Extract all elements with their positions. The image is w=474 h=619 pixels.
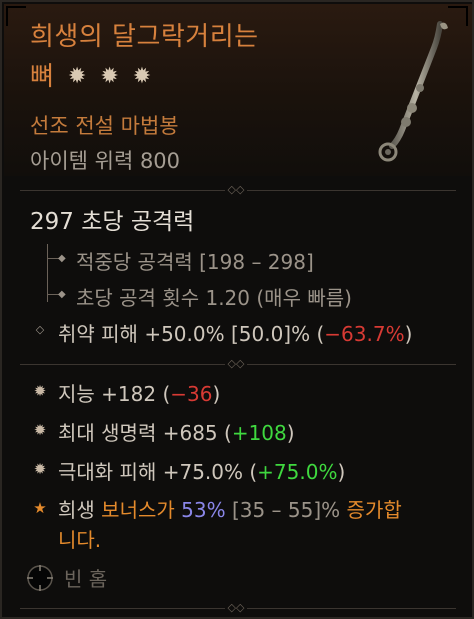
section-divider: ◇◇ — [20, 184, 456, 196]
item-power: 아이템 위력 800 — [30, 149, 181, 173]
socket-label: 빈 홈 — [64, 567, 108, 591]
tree-arrow-icon: ◆ — [58, 253, 66, 264]
empty-socket-icon — [27, 565, 53, 591]
attack-speed: 초당 공격 횟수 1.20 (매우 빠름) — [76, 286, 352, 310]
diamond-star-icon: ✹ — [33, 382, 47, 400]
item-name-suffix: 뼈 — [30, 62, 54, 92]
damage-per-hit: 적중당 공격력 [198 – 298] — [76, 250, 314, 274]
item-tooltip: 희생의 달그락거리는 뼈 ✹ ✹ ✹ 선조 전설 마법봉 아이템 위력 800 … — [0, 0, 474, 619]
item-type: 선조 전설 마법봉 — [30, 114, 179, 138]
item-name-line2: 뼈 ✹ ✹ ✹ — [30, 60, 151, 94]
diamond-star-icon: ✹ — [33, 421, 47, 439]
diamond-star-icon: ✹ — [33, 460, 47, 478]
affix-crit-damage: 극대화 피해 +75.0% (+75.0%) — [58, 460, 346, 484]
vulnerable-damage-stat: 취약 피해 +50.0% [50.0]% (−63.7%) — [58, 322, 413, 346]
item-name: 희생의 달그락거리는 — [30, 22, 259, 52]
greater-affix-star-icon: ✹ — [67, 64, 87, 89]
affix-max-life: 최대 생명력 +685 (+108) — [58, 421, 295, 445]
legendary-aspect: 희생 보너스가 53% [35 – 55]% 증가합 — [58, 498, 402, 522]
tree-arrow-icon: ◆ — [58, 289, 66, 300]
affix-intelligence: 지능 +182 (−36) — [58, 382, 221, 406]
orange-star-icon: ★ — [33, 499, 47, 517]
greater-affix-star-icon: ✹ — [132, 64, 152, 89]
greater-affix-star-icon: ✹ — [100, 64, 119, 89]
legendary-aspect-line2: 니다. — [58, 528, 102, 552]
damage-per-second: 297 초당 공격력 — [30, 209, 195, 235]
section-divider: ◇◇ — [20, 602, 456, 614]
corner-ornament-top-left — [6, 6, 26, 26]
section-divider: ◇◇ — [20, 358, 456, 370]
weapon-image — [378, 21, 448, 162]
diamond-bullet-icon: ◇ — [35, 323, 45, 336]
